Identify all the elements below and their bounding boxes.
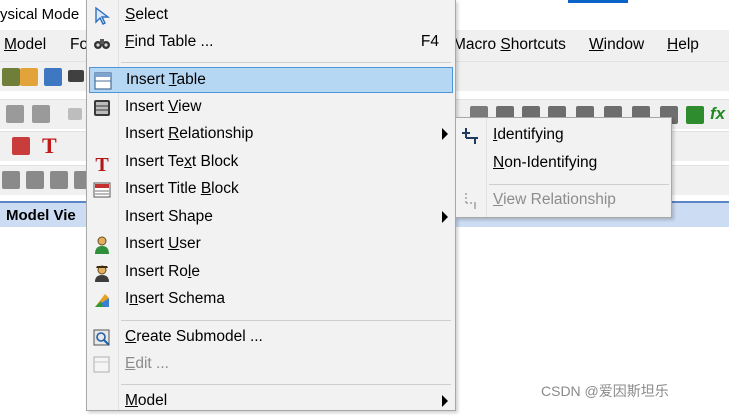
submenu-item-view-relationship-label: View Relationship [493, 191, 616, 208]
menu-item-insert-role[interactable]: Insert Role [89, 260, 453, 286]
menu-item-insert-user[interactable]: Insert User [89, 232, 453, 258]
menu-item-create-submodel-label: Create Submodel ... [125, 328, 263, 345]
menu-macro-shortcuts[interactable]: Macro Shortcuts [453, 36, 566, 54]
submenu-arrow-icon [442, 395, 448, 407]
binoculars-icon [94, 39, 110, 49]
menu-item-insert-relationship-label: Insert Relationship [125, 125, 254, 142]
menu-item-insert-view-label: Insert View [125, 98, 202, 115]
svg-text:T: T [95, 154, 109, 173]
context-menu: Select Find Table ... F4 Insert Table In… [86, 0, 456, 411]
menu-item-model[interactable]: Model [89, 389, 453, 415]
menu-item-insert-shape-label: Insert Shape [125, 208, 213, 225]
paste-icon[interactable] [32, 105, 50, 123]
model-view-tab-label: Model Vie [6, 207, 76, 224]
xsd-icon[interactable] [68, 70, 84, 82]
menu-item-insert-shape[interactable]: Insert Shape [89, 205, 453, 231]
menu-item-insert-table[interactable]: Insert Table [89, 67, 453, 93]
menu-item-insert-text-block-label: Insert Text Block [125, 153, 239, 170]
menu-item-insert-table-label: Insert Table [126, 71, 206, 88]
text-tool-icon[interactable]: T [42, 133, 57, 159]
role-icon [95, 265, 109, 282]
menu-item-insert-title-block[interactable]: Insert Title Block [89, 177, 453, 203]
toolbar-icon[interactable] [26, 171, 44, 189]
copy-icon[interactable] [6, 105, 24, 123]
find-table-shortcut: F4 [420, 33, 439, 50]
submenu-item-identifying-label: Identifying [493, 126, 564, 143]
menu-item-insert-relationship[interactable]: Insert Relationship [89, 122, 453, 148]
menu-window[interactable]: Window [589, 36, 644, 54]
toolbar-icon[interactable] [2, 171, 20, 189]
schema-icon [95, 294, 109, 307]
submenu-item-view-relationship: View Relationship [458, 188, 669, 214]
menu-item-find-table[interactable]: Find Table ... F4 [89, 30, 453, 56]
menu-item-insert-title-block-label: Insert Title Block [125, 180, 239, 197]
menu-item-insert-user-label: Insert User [125, 235, 201, 252]
menu-item-model-label: Model [125, 392, 168, 409]
title-accent [568, 0, 628, 3]
menu-item-edit-label: Edit ... [125, 355, 169, 372]
menu-item-insert-view[interactable]: Insert View [89, 95, 453, 121]
table-icon [94, 72, 112, 90]
menu-separator [121, 62, 451, 63]
hierarchy-icon[interactable] [686, 106, 704, 124]
menu-item-insert-schema[interactable]: Insert Schema [89, 287, 453, 313]
toolbar-icon[interactable] [20, 68, 38, 86]
view-relationship-icon [465, 193, 478, 209]
view-icon [94, 100, 110, 116]
submenu-arrow-icon [442, 128, 448, 140]
toolbar-icon[interactable] [2, 68, 20, 86]
menu-item-select-label: Select [125, 6, 169, 23]
function-icon[interactable]: fx [710, 104, 725, 124]
text-block-icon: T [95, 154, 109, 173]
menu-item-create-submodel[interactable]: Create Submodel ... [89, 325, 453, 351]
submenu-item-non-identifying[interactable]: Non-Identifying [458, 151, 669, 177]
undo-icon[interactable] [68, 108, 82, 120]
menu-item-insert-schema-label: Insert Schema [125, 290, 225, 307]
title-block-icon[interactable] [12, 137, 30, 155]
relationship-submenu: Identifying Non-Identifying View Relatio… [455, 117, 672, 218]
menu-item-insert-role-label: Insert Role [125, 263, 200, 280]
submenu-item-non-identifying-label: Non-Identifying [493, 154, 598, 171]
submodel-icon [93, 329, 110, 346]
submenu-arrow-icon [442, 211, 448, 223]
menu-item-insert-text-block[interactable]: T Insert Text Block [89, 150, 453, 176]
window-title: ysical Mode [0, 6, 80, 23]
toolbar-icon[interactable] [50, 171, 68, 189]
menu-help[interactable]: Help [667, 36, 699, 54]
title-block-icon [93, 182, 111, 198]
cursor-arrow-icon [95, 6, 111, 25]
user-icon [95, 236, 109, 254]
menu-separator [121, 320, 451, 321]
menu-model[interactable]: Model [4, 36, 46, 54]
submenu-separator [489, 184, 669, 185]
toolbar-icon[interactable] [44, 68, 62, 86]
watermark: CSDN @爱因斯坦乐 [541, 383, 669, 399]
model-view-tab[interactable]: Model Vie [0, 201, 88, 227]
menu-separator [121, 384, 451, 385]
menu-item-find-table-label: Find Table ... [125, 33, 214, 50]
identifying-relationship-icon [462, 128, 478, 144]
menu-item-edit: Edit ... [89, 352, 453, 378]
submenu-item-identifying[interactable]: Identifying [458, 123, 669, 149]
edit-icon [93, 356, 110, 373]
menu-item-select[interactable]: Select [89, 3, 453, 29]
